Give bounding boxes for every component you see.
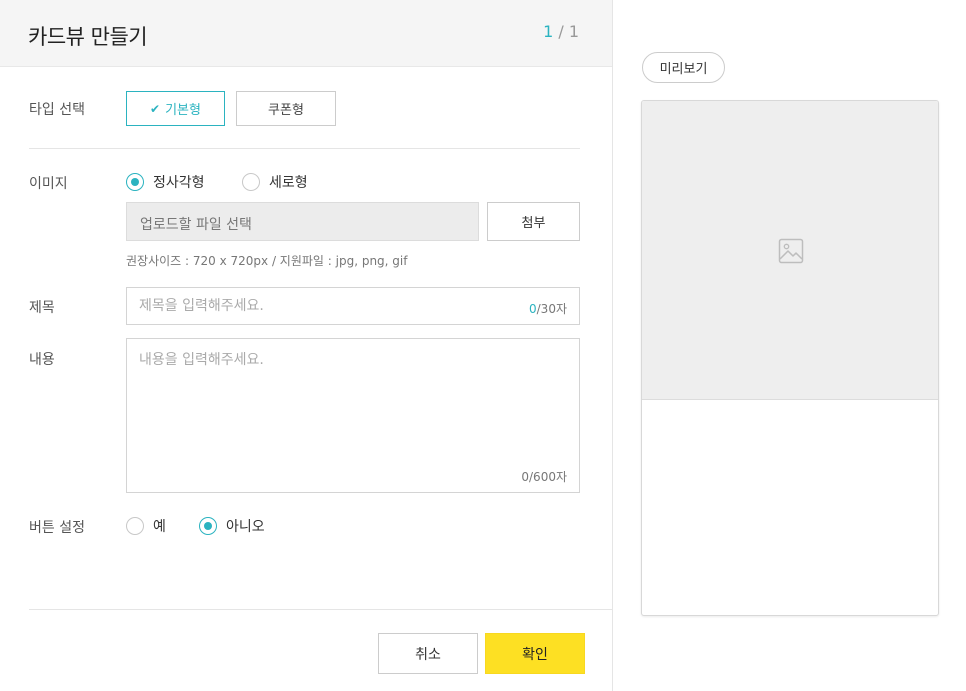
radio-square-label: 정사각형 <box>153 175 205 191</box>
preview-button[interactable]: 미리보기 <box>642 52 725 83</box>
content-field-box: 0/600자 <box>126 338 580 493</box>
subject-counter: 0/30자 <box>529 300 567 317</box>
radio-no-label: 아니오 <box>226 519 265 535</box>
section-divider <box>29 148 580 149</box>
radio-yes-label: 예 <box>153 519 166 535</box>
radio-square[interactable]: 정사각형 <box>126 172 205 192</box>
subject-count: 0 <box>529 302 537 316</box>
image-label: 이미지 <box>29 176 68 192</box>
file-select-field[interactable]: 업로드할 파일 선택 <box>126 202 479 241</box>
radio-portrait-dot[interactable] <box>242 173 260 191</box>
content-label: 내용 <box>29 352 55 368</box>
radio-button-no[interactable]: 아니오 <box>199 516 265 536</box>
type-basic-label: 기본형 <box>165 103 201 118</box>
preview-card <box>641 100 939 616</box>
confirm-button[interactable]: 확인 <box>485 633 585 674</box>
preview-image-area <box>642 101 938 400</box>
type-basic-button[interactable]: ✔ 기본형 <box>126 91 225 126</box>
type-select-label: 타입 선택 <box>29 102 85 118</box>
radio-portrait-label: 세로형 <box>269 175 308 191</box>
cancel-button[interactable]: 취소 <box>378 633 478 674</box>
page-indicator: 1 / 1 <box>543 22 579 41</box>
card-editor-panel: 카드뷰 만들기 1 / 1 타입 선택 ✔ 기본형 쿠폰형 이미지 정사각형 세… <box>0 0 613 691</box>
footer-divider <box>29 609 613 610</box>
radio-square-dot[interactable] <box>126 173 144 191</box>
radio-yes-dot[interactable] <box>126 517 144 535</box>
radio-portrait[interactable]: 세로형 <box>242 172 308 192</box>
type-coupon-button[interactable]: 쿠폰형 <box>236 91 336 126</box>
image-placeholder-icon <box>778 238 804 268</box>
radio-button-yes[interactable]: 예 <box>126 516 166 536</box>
page-current: 1 <box>543 22 554 41</box>
page-separator: / <box>553 22 569 41</box>
subject-label: 제목 <box>29 300 55 316</box>
subject-max: /30자 <box>536 302 567 316</box>
type-coupon-label: 쿠폰형 <box>268 103 304 118</box>
image-size-hint: 권장사이즈 : 720 x 720px / 지원파일 : jpg, png, g… <box>126 254 408 268</box>
subject-input[interactable] <box>127 288 507 324</box>
button-setting-label: 버튼 설정 <box>29 520 85 536</box>
editor-header: 카드뷰 만들기 1 / 1 <box>0 0 612 67</box>
page-title: 카드뷰 만들기 <box>28 25 148 49</box>
check-icon: ✔ <box>150 101 161 116</box>
subject-field-box: 0/30자 <box>126 287 580 325</box>
attach-button[interactable]: 첨부 <box>487 202 580 241</box>
page-total: 1 <box>568 22 579 41</box>
content-counter: 0/600자 <box>521 470 567 484</box>
content-textarea[interactable] <box>127 339 567 449</box>
radio-no-dot[interactable] <box>199 517 217 535</box>
